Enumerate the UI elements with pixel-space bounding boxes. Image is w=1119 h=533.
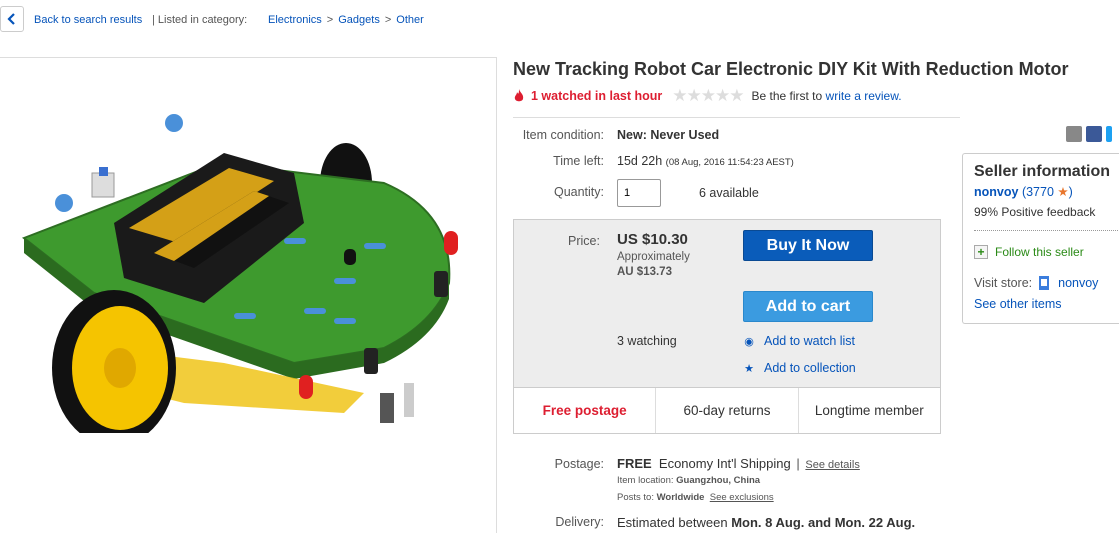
add-to-watch-list-link[interactable]: ◉ Add to watch list (743, 334, 855, 348)
follow-seller-button[interactable]: + Follow this seller (974, 245, 1084, 259)
watch-list-label: Add to watch list (764, 334, 856, 348)
item-location: Item location: Guangzhou, China (617, 475, 760, 486)
email-icon[interactable] (1066, 126, 1082, 142)
end-date: (08 Aug, 2016 11:54:23 AEST) (665, 157, 794, 168)
write-review-link[interactable]: write a review. (826, 89, 902, 103)
price-value: US $10.30 (617, 231, 688, 248)
delivery-value: Estimated between Mon. 8 Aug. and Mon. 2… (617, 515, 915, 530)
available-count: 6 available (699, 186, 759, 200)
shipping-service: Economy Int'l Shipping (658, 456, 791, 471)
condition-value: New: Never Used (617, 128, 720, 142)
category-other-link[interactable]: Other (396, 14, 424, 26)
item-location-label: Item location: (617, 475, 674, 486)
share-icons (1066, 126, 1112, 142)
breadcrumb-separator: > (384, 14, 392, 26)
star-icon: ★ (744, 362, 754, 375)
category-electronics-link[interactable]: Electronics (268, 14, 322, 26)
flame-icon (514, 89, 524, 102)
seller-name-link[interactable]: nonvoy (974, 185, 1018, 199)
chevron-left-icon (7, 13, 15, 25)
listed-in-label: | Listed in category: (152, 14, 248, 26)
category-path: Electronics > Gadgets > Other (268, 14, 424, 26)
delivery-prefix: Estimated between (617, 515, 728, 530)
positive-feedback: 99% Positive feedback (974, 205, 1096, 219)
visit-store-label: Visit store: (974, 276, 1033, 290)
visit-store-row: Visit store: nonvoy (974, 275, 1098, 291)
postage-value: FREE Economy Int'l Shipping | See detail… (617, 456, 860, 471)
review-prompt: Be the first to write a review. (751, 89, 901, 103)
see-other-items-link[interactable]: See other items (974, 297, 1062, 311)
back-button[interactable] (0, 6, 24, 32)
rating-stars: ★★★★★ (672, 86, 744, 105)
watch-activity-row: 1 watched in last hour ★★★★★ Be the firs… (513, 86, 902, 105)
quantity-input[interactable] (617, 179, 661, 207)
approximately-label: Approximately (617, 251, 690, 263)
feedback-star-icon: ★ (1057, 185, 1069, 199)
condition-label: Item condition: (522, 128, 604, 142)
collection-label: Add to collection (764, 361, 856, 375)
quantity-label: Quantity: (553, 185, 604, 199)
breadcrumb-separator: > (326, 14, 334, 26)
delivery-range: Mon. 8 Aug. and Mon. 22 Aug. (731, 515, 916, 530)
posts-to-value: Worldwide (656, 492, 705, 503)
buy-it-now-button[interactable]: Buy It Now (743, 230, 873, 261)
free-label: FREE (617, 456, 652, 471)
price-label: Price: (568, 234, 600, 248)
seller-info-title: Seller information (974, 163, 1111, 180)
eye-icon: ◉ (744, 335, 754, 348)
plus-icon: + (974, 245, 988, 259)
store-icon (1039, 276, 1050, 290)
add-to-cart-button[interactable]: Add to cart (743, 291, 873, 322)
see-details-link[interactable]: See details (805, 459, 859, 471)
back-to-search-link[interactable]: Back to search results (34, 14, 142, 26)
divider (513, 117, 960, 118)
delivery-label: Delivery: (555, 515, 604, 529)
posts-to: Posts to: Worldwide See exclusions (617, 492, 774, 503)
product-image[interactable] (4, 63, 486, 433)
feedback-score-link[interactable]: 3770 (1026, 185, 1054, 199)
breadcrumb: Back to search results | Listed in categ… (0, 6, 1119, 32)
time-left-value: 15d 22h (617, 154, 663, 168)
free-postage-badge: Free postage (514, 388, 657, 433)
time-left-label: Time left: (553, 154, 604, 168)
item-location-value: Guangzhou, China (676, 475, 761, 486)
review-prefix: Be the first to (751, 89, 823, 103)
feedback-close: ) (1068, 185, 1073, 199)
seller-name-row: nonvoy (3770 ★) (974, 184, 1073, 199)
see-exclusions-link[interactable]: See exclusions (710, 492, 774, 503)
follow-seller-label: Follow this seller (995, 245, 1084, 259)
twitter-icon[interactable] (1106, 126, 1112, 142)
au-price: AU $13.73 (617, 266, 672, 278)
product-title: New Tracking Robot Car Electronic DIY Ki… (513, 59, 1069, 79)
time-left: 15d 22h (08 Aug, 2016 11:54:23 AEST) (617, 154, 794, 168)
shipping-separator: | (796, 456, 800, 471)
posts-to-label: Posts to: (617, 492, 654, 503)
feature-strip: Free postage 60-day returns Longtime mem… (513, 387, 941, 434)
watched-count: 1 watched in last hour (531, 89, 663, 103)
dotted-divider (974, 230, 1119, 231)
add-to-collection-link[interactable]: ★ Add to collection (743, 361, 856, 375)
longtime-member-badge: Longtime member (814, 403, 924, 418)
watching-count: 3 watching (617, 334, 677, 348)
returns-badge: 60-day returns (656, 388, 799, 433)
facebook-icon[interactable] (1086, 126, 1102, 142)
postage-label: Postage: (554, 457, 604, 471)
seller-info-box: Seller information nonvoy (3770 ★) 99% P… (962, 153, 1119, 324)
category-gadgets-link[interactable]: Gadgets (338, 14, 380, 26)
store-link[interactable]: nonvoy (1058, 276, 1098, 290)
